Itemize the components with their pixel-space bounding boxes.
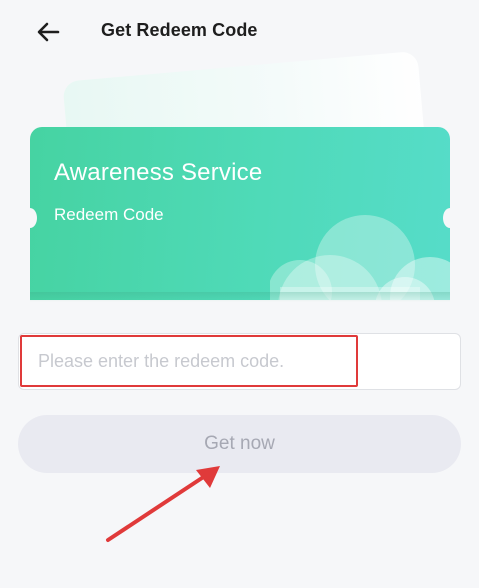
back-button[interactable] [30, 14, 66, 50]
cloud-icon [270, 215, 450, 300]
card-shadow [30, 292, 450, 302]
arrow-left-icon [37, 22, 60, 42]
annotation-arrow-icon [106, 466, 220, 542]
redeem-code-input[interactable] [20, 335, 358, 387]
card-subtitle: Redeem Code [54, 205, 164, 224]
ticket-notch-left [30, 208, 37, 228]
redeem-ticket-card: Awareness Service Redeem Code [30, 127, 450, 300]
service-title: Awareness Service [54, 159, 263, 186]
get-now-button[interactable]: Get now [18, 415, 461, 473]
page-title: Get Redeem Code [101, 20, 258, 40]
